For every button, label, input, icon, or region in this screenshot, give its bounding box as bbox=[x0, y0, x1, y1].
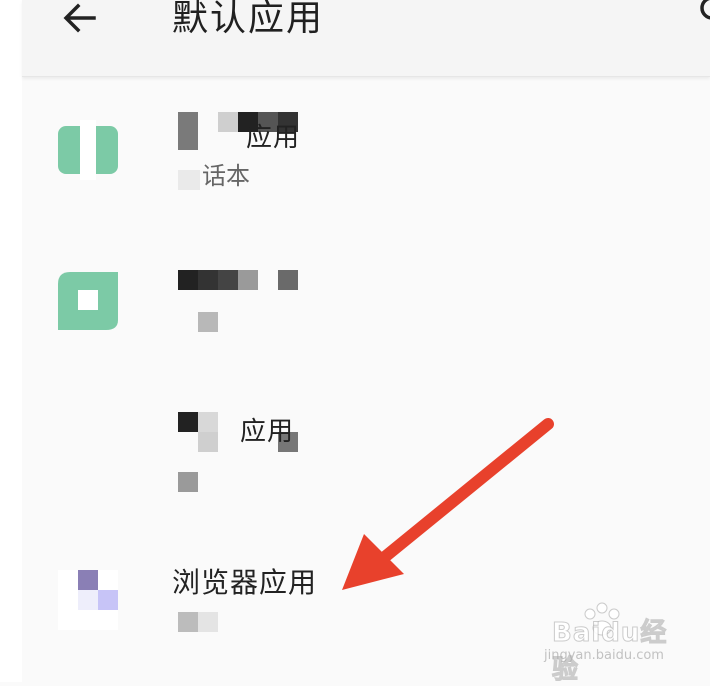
mosaic-block bbox=[198, 312, 218, 332]
mosaic-block bbox=[218, 270, 238, 290]
arrow-left-icon bbox=[63, 3, 96, 33]
default-app-row-2[interactable] bbox=[22, 250, 710, 350]
mosaic-block bbox=[178, 472, 198, 492]
search-icon bbox=[700, 0, 710, 20]
mosaic-block bbox=[218, 112, 238, 132]
watermark-url: jingyan.baidu.com bbox=[544, 648, 664, 663]
mosaic-block bbox=[238, 270, 258, 290]
page-title: 默认应用 bbox=[172, 0, 325, 39]
default-app-row-3[interactable]: 应用 bbox=[22, 400, 710, 500]
baidu-watermark: Baidu经验 jingyan.baidu.com bbox=[522, 602, 682, 686]
app-bar: 默认应用 bbox=[22, 0, 710, 77]
row-title: 应用 bbox=[240, 417, 295, 447]
default-app-row-1[interactable]: 应用 话本 bbox=[22, 100, 710, 210]
mosaic-block bbox=[198, 270, 218, 290]
mosaic-block bbox=[178, 112, 198, 150]
browser-icon bbox=[58, 570, 118, 630]
search-button[interactable] bbox=[692, 0, 710, 26]
mosaic-block bbox=[198, 612, 218, 632]
mosaic-block bbox=[198, 432, 218, 452]
mosaic-block bbox=[178, 170, 200, 190]
left-margin bbox=[0, 0, 22, 682]
row-title: 应用 bbox=[246, 123, 301, 153]
mosaic-block bbox=[198, 412, 218, 432]
back-button[interactable] bbox=[60, 0, 100, 40]
mosaic-block bbox=[178, 412, 198, 432]
mosaic-block bbox=[178, 612, 198, 632]
app-icon bbox=[58, 272, 118, 330]
app-icon bbox=[58, 120, 118, 180]
row-subtitle: 话本 bbox=[202, 162, 250, 190]
row-title: 浏览器应用 bbox=[172, 566, 318, 599]
mosaic-block bbox=[178, 270, 198, 290]
mosaic-block bbox=[278, 270, 298, 290]
